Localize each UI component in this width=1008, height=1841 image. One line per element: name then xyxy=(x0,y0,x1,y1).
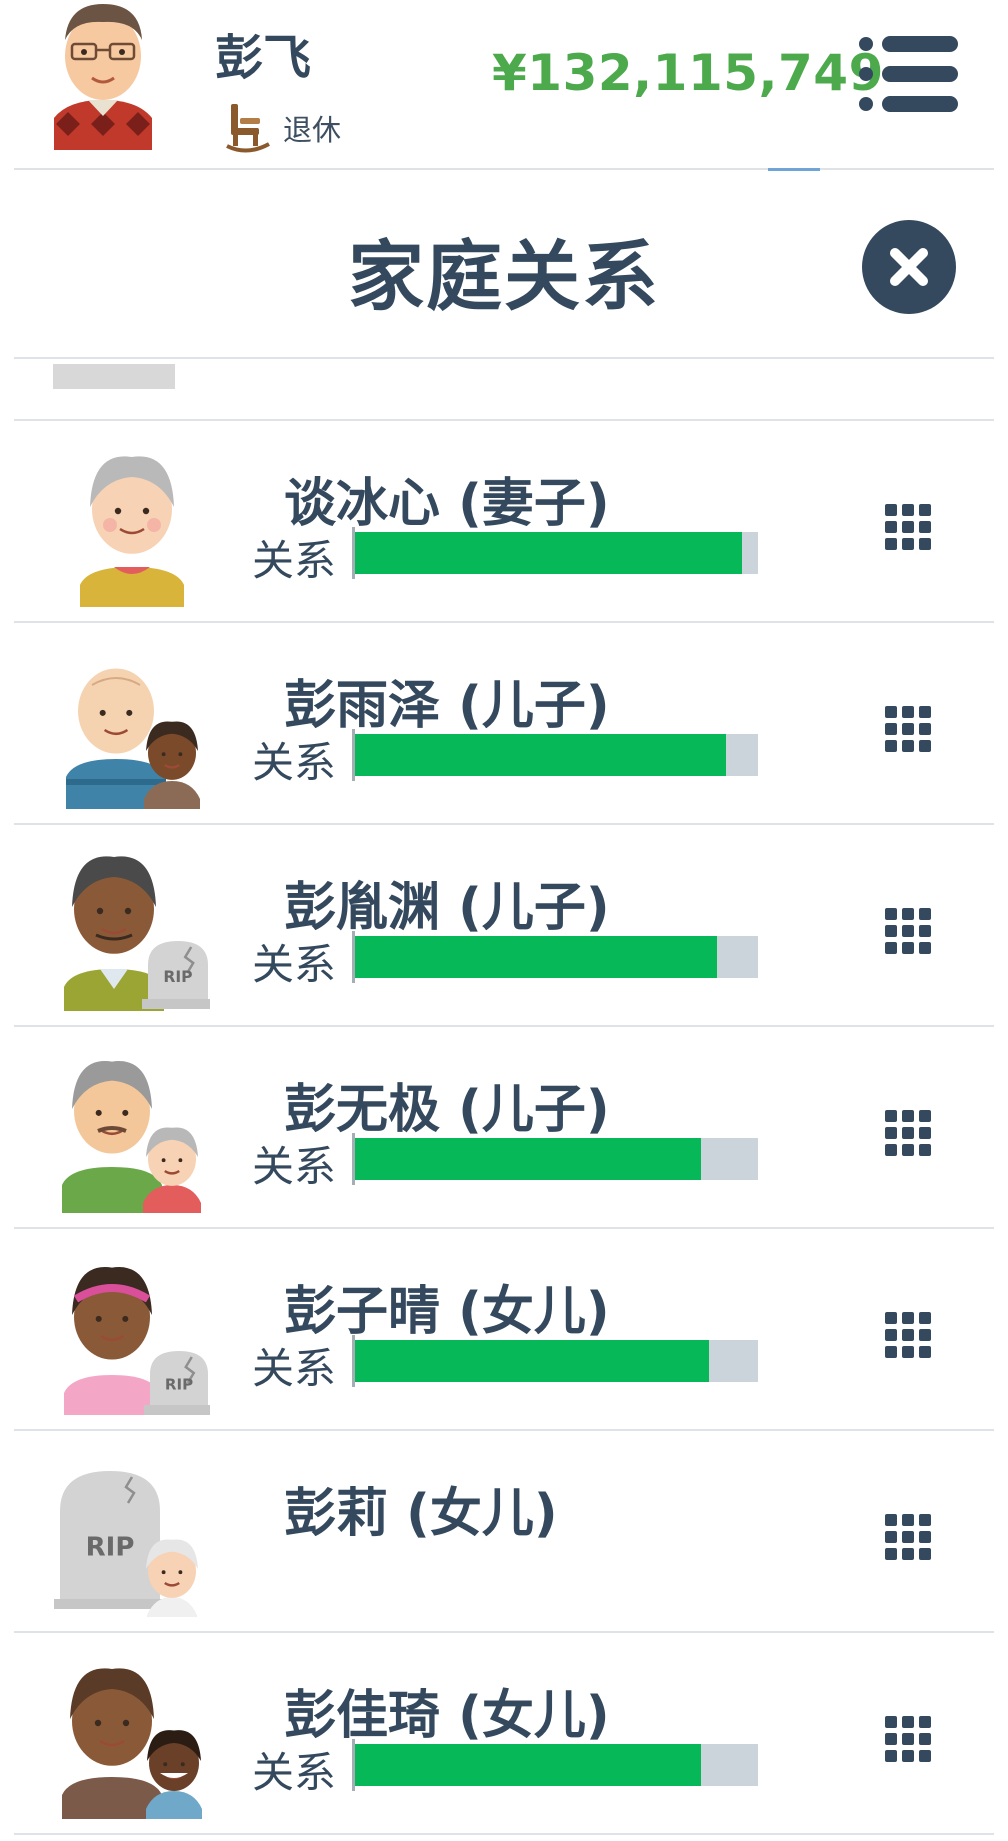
header-tab-indicator xyxy=(768,168,820,171)
gravestone-rip-avatar[interactable]: RIP xyxy=(52,1449,210,1617)
relationship-bar xyxy=(352,1744,758,1786)
elderly-man-with-child-avatar[interactable] xyxy=(52,641,210,809)
member-actions-button[interactable] xyxy=(884,1109,934,1159)
header-divider xyxy=(14,168,994,170)
elderly-man-with-partner-avatar[interactable] xyxy=(52,1045,210,1213)
elderly-woman-rip-avatar[interactable]: RIP xyxy=(52,1247,214,1415)
elderly-woman-avatar[interactable] xyxy=(52,439,210,607)
family-member-row[interactable]: 谈冰心 (妻子) 关系 xyxy=(0,421,1008,623)
rip-text: RIP xyxy=(165,1375,193,1393)
member-name: 彭子晴 (女儿) xyxy=(284,1282,610,1342)
family-member-row[interactable]: 彭佳琦 (女儿) 关系 xyxy=(0,1633,1008,1835)
row-divider xyxy=(14,1833,994,1835)
money-balance: ¥132,115,749 xyxy=(492,44,884,102)
relationship-bar-fill xyxy=(352,1138,702,1180)
relationship-bar xyxy=(352,532,758,574)
member-actions-button[interactable] xyxy=(884,907,934,957)
menu-list-icon xyxy=(859,36,958,112)
member-actions-button[interactable] xyxy=(884,503,934,553)
relationship-bar-start xyxy=(352,729,355,781)
grid-dots-icon xyxy=(885,706,931,752)
relationship-bar-start xyxy=(352,1739,355,1791)
relationship-bar xyxy=(352,734,758,776)
header-bar: 彭飞 退休 ¥132,115,749 xyxy=(0,0,1008,170)
status-label: 退休 xyxy=(283,113,342,147)
relationship-label: 关系 xyxy=(252,1142,337,1191)
menu-button[interactable] xyxy=(858,36,958,112)
family-member-row[interactable]: RIP 彭子晴 (女儿) 关系 xyxy=(0,1229,1008,1431)
grid-dots-icon xyxy=(885,908,931,954)
close-icon xyxy=(890,248,928,286)
elderly-man-rip-avatar[interactable]: RIP xyxy=(52,843,214,1011)
relationship-label: 关系 xyxy=(252,1748,337,1797)
member-actions-button[interactable] xyxy=(884,1311,934,1361)
member-actions-button[interactable] xyxy=(884,1715,934,1765)
relationship-bar-start xyxy=(352,931,355,983)
grid-dots-icon xyxy=(885,1312,931,1358)
close-button[interactable] xyxy=(862,220,956,314)
grid-dots-icon xyxy=(885,1514,931,1560)
relationship-bar-fill xyxy=(352,532,742,574)
relationship-bar-fill xyxy=(352,1340,710,1382)
member-actions-button[interactable] xyxy=(884,1513,934,1563)
relationship-bar-start xyxy=(352,527,355,579)
scroll-indicator xyxy=(53,364,175,389)
member-name: 彭莉 (女儿) xyxy=(284,1484,558,1544)
rip-text: RIP xyxy=(86,1532,135,1562)
relationship-label: 关系 xyxy=(252,1344,337,1393)
grid-dots-icon xyxy=(885,1110,931,1156)
relationship-bar-fill xyxy=(352,734,726,776)
member-name: 谈冰心 (妻子) xyxy=(284,474,610,534)
relationship-bar xyxy=(352,936,758,978)
family-member-row[interactable]: RIP 彭胤渊 (儿子) 关系 xyxy=(0,825,1008,1027)
woman-with-partner-avatar[interactable] xyxy=(52,1651,210,1819)
title-divider xyxy=(14,357,994,359)
member-name: 彭佳琦 (女儿) xyxy=(284,1686,610,1746)
rocking-chair-icon xyxy=(226,104,270,153)
relationship-label: 关系 xyxy=(252,940,337,989)
member-name: 彭无极 (儿子) xyxy=(284,1080,610,1140)
player-avatar[interactable] xyxy=(48,0,158,150)
rip-text: RIP xyxy=(163,968,192,986)
member-actions-button[interactable] xyxy=(884,705,934,755)
relationship-bar-fill xyxy=(352,936,718,978)
relationship-bar-fill xyxy=(352,1744,702,1786)
player-name: 彭飞 xyxy=(215,30,312,86)
relationship-bar-start xyxy=(352,1133,355,1185)
relationship-bar xyxy=(352,1138,758,1180)
family-member-row[interactable]: 彭无极 (儿子) 关系 xyxy=(0,1027,1008,1229)
grid-dots-icon xyxy=(885,504,931,550)
relationship-bar-start xyxy=(352,1335,355,1387)
member-name: 彭雨泽 (儿子) xyxy=(284,676,610,736)
relationship-bar xyxy=(352,1340,758,1382)
modal-title: 家庭关系 xyxy=(348,232,660,321)
relationship-label: 关系 xyxy=(252,536,337,585)
relationship-label: 关系 xyxy=(252,738,337,787)
grid-dots-icon xyxy=(885,1716,931,1762)
member-name: 彭胤渊 (儿子) xyxy=(284,878,610,938)
family-member-row[interactable]: 彭雨泽 (儿子) 关系 xyxy=(0,623,1008,825)
player-status: 退休 xyxy=(225,100,341,156)
family-member-row[interactable]: RIP 彭莉 (女儿) xyxy=(0,1431,1008,1633)
